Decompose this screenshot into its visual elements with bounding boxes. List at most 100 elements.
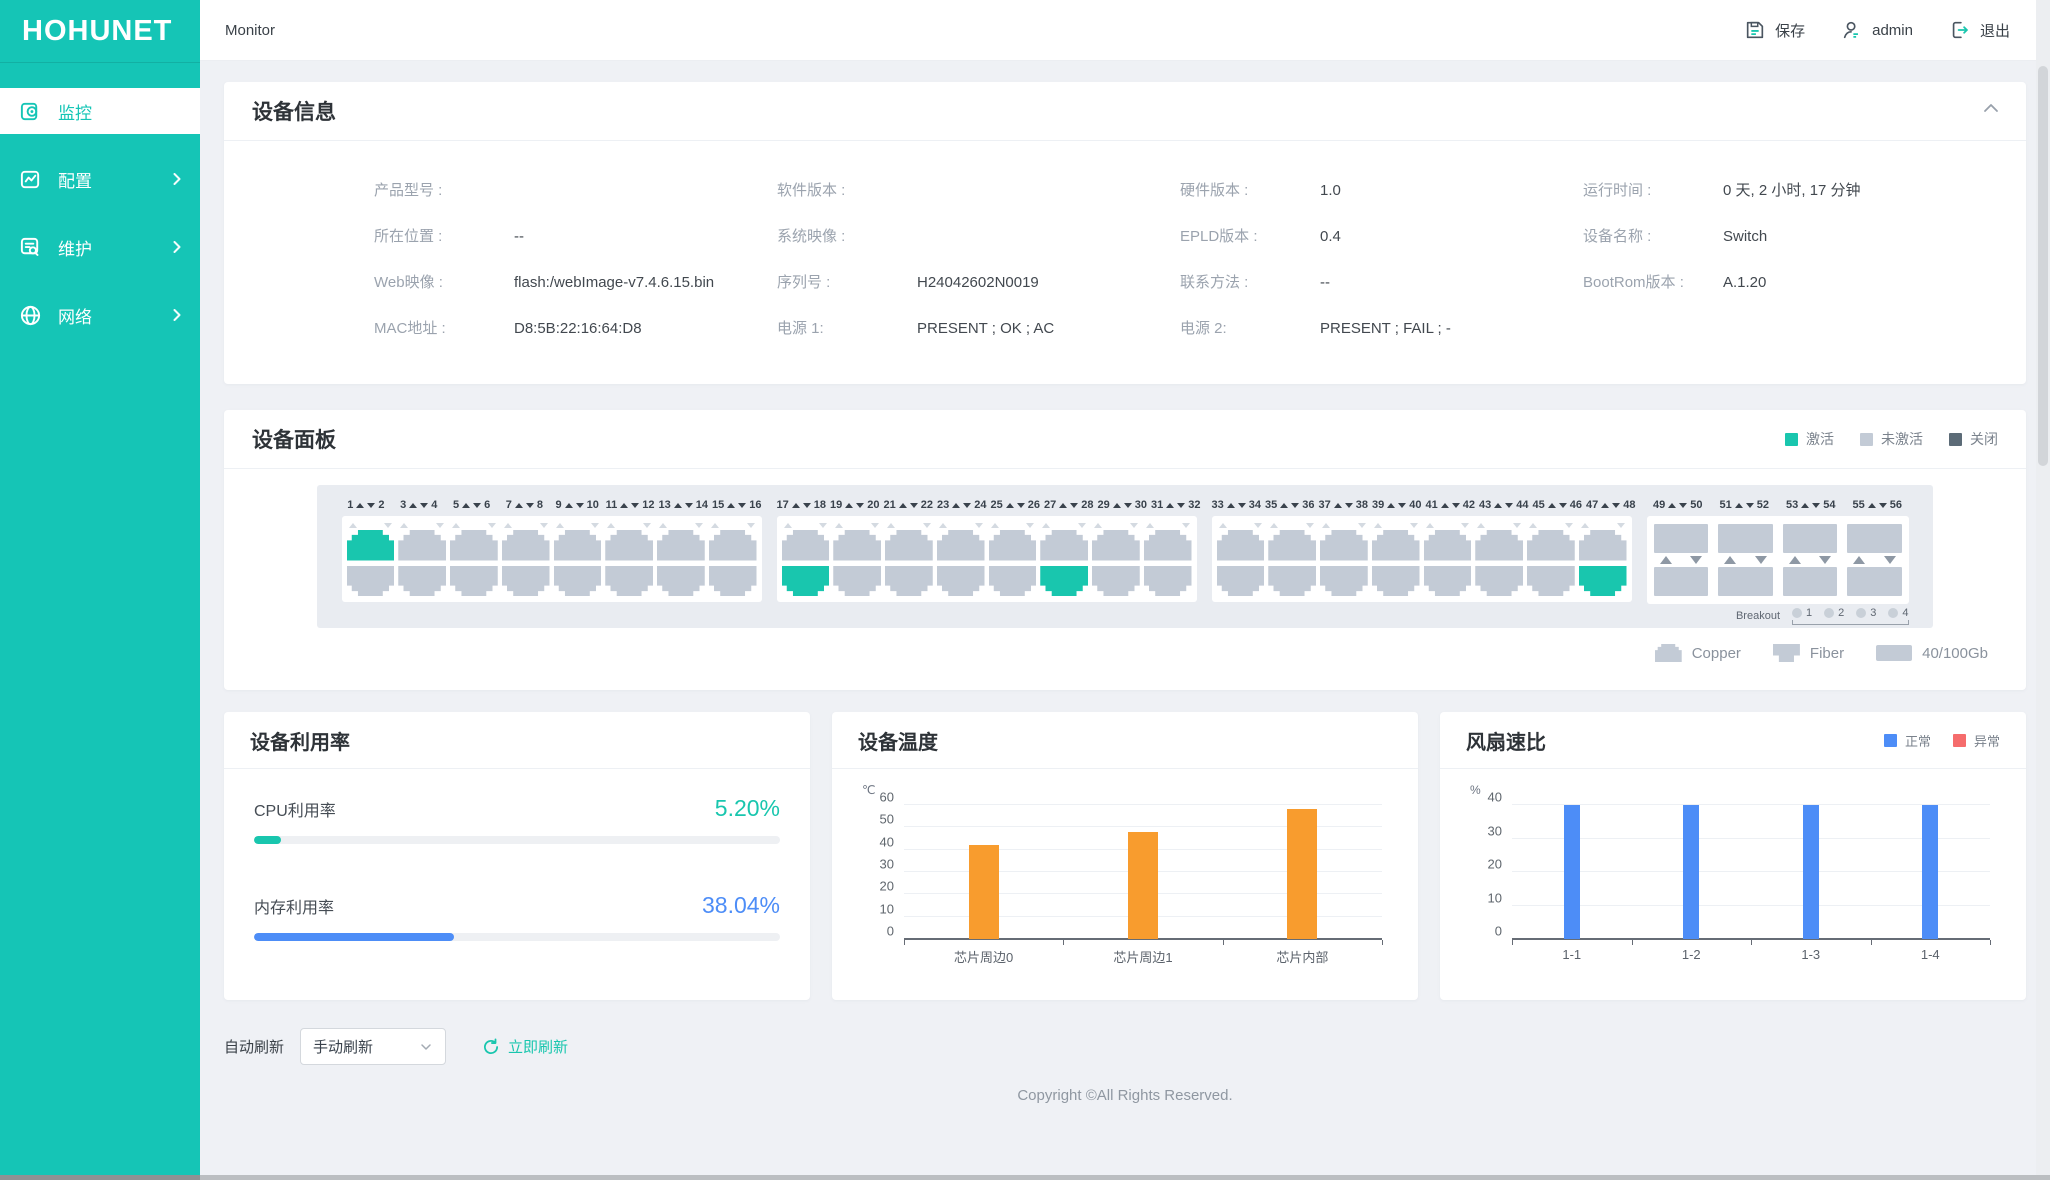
port-11[interactable] xyxy=(605,530,653,561)
info-field: 软件版本 : xyxy=(777,179,1180,200)
breakout-option-2[interactable]: 2 xyxy=(1824,607,1844,619)
collapse-chevron-icon[interactable] xyxy=(1982,102,2000,114)
port-36[interactable] xyxy=(1268,566,1316,597)
port-pair xyxy=(347,522,395,596)
port-pair xyxy=(1654,524,1709,596)
port-17[interactable] xyxy=(782,530,830,561)
port-22[interactable] xyxy=(885,566,933,597)
logout-button[interactable]: 退出 xyxy=(1949,19,2010,41)
port-48[interactable] xyxy=(1579,566,1627,597)
sidebar-item-4[interactable]: 网络 xyxy=(0,292,200,338)
user-menu[interactable]: admin xyxy=(1841,19,1913,41)
port-39[interactable] xyxy=(1372,530,1420,561)
port-18[interactable] xyxy=(782,566,830,597)
info-field-label: 运行时间 : xyxy=(1583,179,1723,200)
breakout-option-3[interactable]: 3 xyxy=(1856,607,1876,619)
port-9[interactable] xyxy=(554,530,602,561)
sidebar-item-2[interactable]: 配置 xyxy=(0,156,200,202)
port-8[interactable] xyxy=(502,566,550,597)
port-20[interactable] xyxy=(833,566,881,597)
port-pair xyxy=(502,522,550,596)
port-45[interactable] xyxy=(1527,530,1575,561)
port-31[interactable] xyxy=(1144,530,1192,561)
port-54[interactable] xyxy=(1783,567,1838,596)
port-15[interactable] xyxy=(709,530,757,561)
legend-swatch xyxy=(1860,433,1873,446)
port-27[interactable] xyxy=(1040,530,1088,561)
legend-label: 未激活 xyxy=(1881,429,1923,449)
port-pair xyxy=(1424,522,1472,596)
port-34[interactable] xyxy=(1217,566,1265,597)
vertical-scrollbar-thumb[interactable] xyxy=(2038,66,2048,466)
port-53[interactable] xyxy=(1783,524,1838,553)
port-16[interactable] xyxy=(709,566,757,597)
port-56[interactable] xyxy=(1847,567,1902,596)
port-29[interactable] xyxy=(1092,530,1140,561)
port-7[interactable] xyxy=(502,530,550,561)
horizontal-scrollbar-thumb[interactable] xyxy=(0,1175,200,1180)
sidebar-item-1[interactable]: 监控 xyxy=(0,88,200,134)
port-42[interactable] xyxy=(1424,566,1472,597)
port-pair xyxy=(709,522,757,596)
port-40[interactable] xyxy=(1372,566,1420,597)
port-26[interactable] xyxy=(989,566,1037,597)
port-pair xyxy=(1718,524,1773,596)
port-38[interactable] xyxy=(1320,566,1368,597)
port-2[interactable] xyxy=(347,566,395,597)
port-6[interactable] xyxy=(450,566,498,597)
port-labels: 17181920212223242526272829303132 xyxy=(777,497,1197,513)
sidebar-item-3[interactable]: 维护 xyxy=(0,224,200,270)
breakout-option-1[interactable]: 1 xyxy=(1792,607,1812,619)
port-14[interactable] xyxy=(657,566,705,597)
port-46[interactable] xyxy=(1527,566,1575,597)
port-35[interactable] xyxy=(1268,530,1316,561)
port-37[interactable] xyxy=(1320,530,1368,561)
port-21[interactable] xyxy=(885,530,933,561)
refresh-mode-select[interactable]: 手动刷新 xyxy=(300,1028,446,1065)
port-32[interactable] xyxy=(1144,566,1192,597)
port-51[interactable] xyxy=(1718,524,1773,553)
port-33[interactable] xyxy=(1217,530,1265,561)
info-field-value: 0.4 xyxy=(1320,228,1341,245)
port-direction-icons xyxy=(1783,553,1838,567)
auto-refresh-label: 自动刷新 xyxy=(224,1036,284,1057)
port-panel: 1234567891011121314151617181920212223242… xyxy=(317,485,1933,628)
port-55[interactable] xyxy=(1847,524,1902,553)
utilization-body: CPU利用率5.20%内存利用率38.04% xyxy=(224,769,810,941)
save-button[interactable]: 保存 xyxy=(1744,19,1805,41)
port-pair-label: 5354 xyxy=(1780,497,1843,513)
port-49[interactable] xyxy=(1654,524,1709,553)
port-41[interactable] xyxy=(1424,530,1472,561)
port-19[interactable] xyxy=(833,530,881,561)
port-pair-label: 3940 xyxy=(1372,497,1422,513)
bar-芯片周边1 xyxy=(1128,832,1158,939)
port-pair-label: 2122 xyxy=(884,497,934,513)
port-5[interactable] xyxy=(450,530,498,561)
bar-1-3 xyxy=(1803,805,1819,939)
port-1[interactable] xyxy=(347,530,395,561)
device-panel-header: 设备面板 激活未激活关闭 xyxy=(224,410,2026,469)
info-field: BootRom版本 :A.1.20 xyxy=(1583,271,1986,292)
breakout-option-4[interactable]: 4 xyxy=(1888,607,1908,619)
copyright: Copyright ©All Rights Reserved. xyxy=(224,1087,2026,1104)
port-50[interactable] xyxy=(1654,567,1709,596)
port-47[interactable] xyxy=(1579,530,1627,561)
port-23[interactable] xyxy=(937,530,985,561)
port-13[interactable] xyxy=(657,530,705,561)
x-tick-label: 1-2 xyxy=(1682,947,1701,962)
utilization-card: 设备利用率 CPU利用率5.20%内存利用率38.04% xyxy=(224,712,810,1000)
chevron-right-icon xyxy=(172,239,184,255)
port-43[interactable] xyxy=(1475,530,1523,561)
port-28[interactable] xyxy=(1040,566,1088,597)
port-12[interactable] xyxy=(605,566,653,597)
refresh-now-button[interactable]: 立即刷新 xyxy=(482,1036,568,1057)
info-field: 联系方法 :-- xyxy=(1180,271,1583,292)
port-44[interactable] xyxy=(1475,566,1523,597)
port-30[interactable] xyxy=(1092,566,1140,597)
port-25[interactable] xyxy=(989,530,1037,561)
port-10[interactable] xyxy=(554,566,602,597)
port-24[interactable] xyxy=(937,566,985,597)
port-4[interactable] xyxy=(398,566,446,597)
port-52[interactable] xyxy=(1718,567,1773,596)
port-3[interactable] xyxy=(398,530,446,561)
